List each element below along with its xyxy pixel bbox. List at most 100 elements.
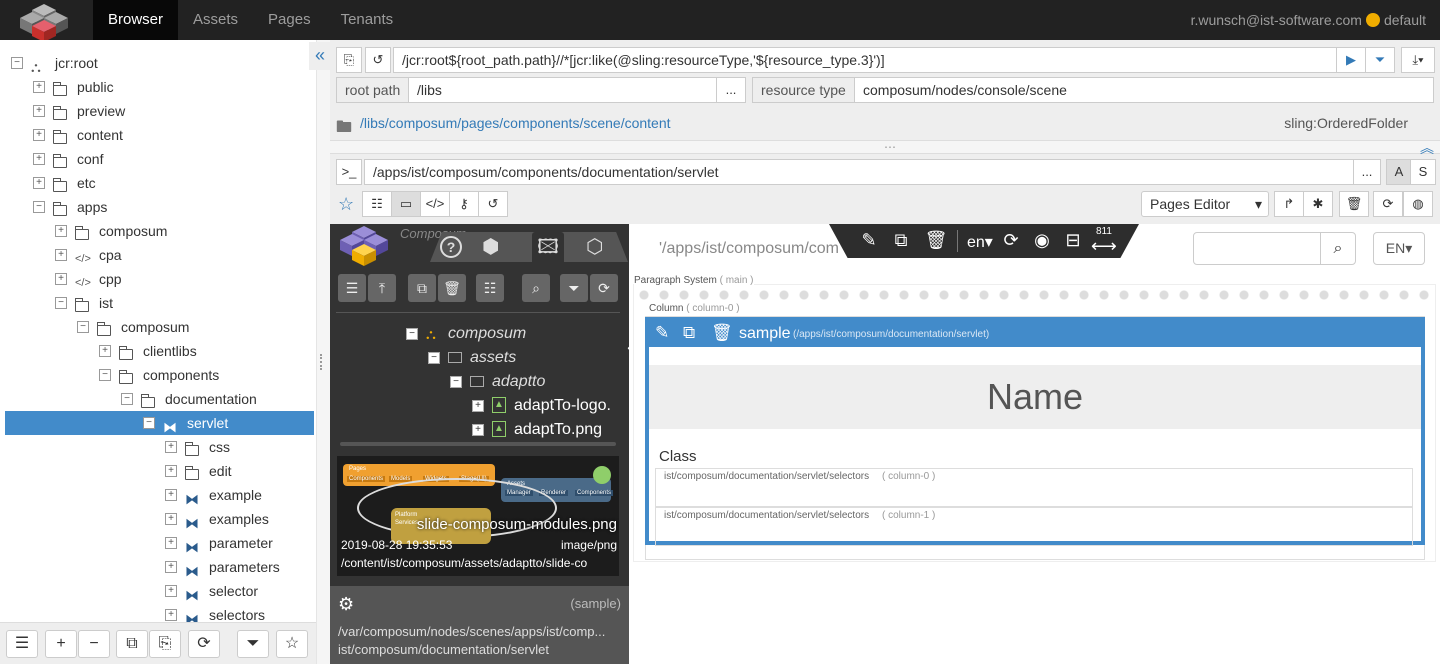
- expand-toggle-icon[interactable]: +: [99, 345, 111, 357]
- drag-handle-icon[interactable]: ⋯: [884, 141, 896, 153]
- nav-assets[interactable]: Assets: [178, 0, 253, 40]
- preview-eye-icon[interactable]: ◉: [1030, 228, 1054, 252]
- tree-node[interactable]: + composum: [5, 219, 314, 243]
- nav-pages[interactable]: Pages: [253, 0, 326, 40]
- tree-node[interactable]: + ⧓ selectors: [5, 603, 314, 622]
- language-button[interactable]: EN▾: [1373, 232, 1425, 265]
- editor-path-browse-button[interactable]: ...: [1353, 159, 1381, 185]
- cube-icon[interactable]: ⬡: [586, 234, 603, 259]
- tree-node[interactable]: + ⧓ examples: [5, 507, 314, 531]
- delete-icon[interactable]: 🗑: [1339, 191, 1369, 217]
- user-email[interactable]: r.wunsch@ist-software.com: [1191, 0, 1362, 40]
- export-icon[interactable]: ⤓▾: [1401, 47, 1435, 73]
- dotted-drop-zone[interactable]: [634, 289, 1434, 301]
- asterisk-icon[interactable]: ✱: [1303, 191, 1333, 217]
- collapse-toggle-icon[interactable]: −: [77, 321, 89, 333]
- tree-node[interactable]: + clientlibs: [5, 339, 314, 363]
- trash-icon[interactable]: 🗑: [924, 228, 948, 252]
- sync-icon[interactable]: ⟳: [999, 228, 1023, 252]
- root-path-input[interactable]: /libs: [408, 77, 718, 103]
- collapse-toggle-icon[interactable]: −: [99, 369, 111, 381]
- expand-toggle-icon[interactable]: +: [165, 513, 177, 525]
- components-icon[interactable]: ⬢: [482, 234, 499, 259]
- expand-toggle-icon[interactable]: +: [55, 249, 67, 261]
- refresh-icon[interactable]: ⟳: [1373, 191, 1403, 217]
- history-icon[interactable]: ↺: [478, 191, 508, 217]
- tree-node[interactable]: + edit: [5, 459, 314, 483]
- key-icon[interactable]: ⚷: [449, 191, 479, 217]
- query-input[interactable]: /jcr:root${root_path.path}//*[jcr:like(@…: [393, 47, 1337, 73]
- list-view-icon[interactable]: ☷: [362, 191, 392, 217]
- copy-icon[interactable]: ⧉: [683, 323, 695, 343]
- tree-node[interactable]: + etc: [5, 171, 314, 195]
- copy-icon[interactable]: ⧉: [116, 630, 148, 658]
- window-view-icon[interactable]: ▭: [391, 191, 421, 217]
- collapse-toggle-icon[interactable]: −: [406, 328, 418, 340]
- collapse-toggle-icon[interactable]: −: [450, 376, 462, 388]
- favorite-star-icon[interactable]: ☆: [338, 194, 354, 215]
- history-icon[interactable]: ↺: [365, 47, 391, 73]
- tree-node[interactable]: + </> cpa: [5, 243, 314, 267]
- help-icon[interactable]: ?: [440, 236, 462, 258]
- tree-node[interactable]: + </> cpp: [5, 267, 314, 291]
- page-search-input[interactable]: [1193, 232, 1321, 265]
- paste-icon[interactable]: ⎘: [149, 630, 181, 658]
- expand-toggle-icon[interactable]: +: [165, 465, 177, 477]
- globe-icon[interactable]: ◍: [1403, 191, 1433, 217]
- expand-toggle-icon[interactable]: +: [165, 489, 177, 501]
- collapse-toggle-icon[interactable]: −: [121, 393, 133, 405]
- favorite-icon[interactable]: ☆: [276, 630, 308, 658]
- collapse-toggle-icon[interactable]: −: [143, 417, 155, 429]
- tree-node[interactable]: − ist: [5, 291, 314, 315]
- filter-icon[interactable]: ⏷: [1365, 47, 1395, 73]
- copy-icon[interactable]: ⧉: [889, 228, 913, 252]
- sliders-icon[interactable]: ☷: [476, 274, 504, 302]
- tree-node[interactable]: + preview: [5, 99, 314, 123]
- s-toggle-button[interactable]: S: [1410, 159, 1436, 185]
- expand-toggle-icon[interactable]: +: [165, 609, 177, 621]
- expand-toggle-icon[interactable]: +: [33, 153, 45, 165]
- nav-browser[interactable]: Browser: [93, 0, 179, 40]
- tree-node[interactable]: − documentation: [5, 387, 314, 411]
- edit-icon[interactable]: ✎: [655, 323, 669, 343]
- expand-toggle-icon[interactable]: +: [33, 177, 45, 189]
- tree-node[interactable]: + css: [5, 435, 314, 459]
- run-query-button[interactable]: ▶: [1336, 47, 1366, 73]
- terminal-icon[interactable]: >_: [336, 159, 362, 185]
- language-select[interactable]: en▾: [967, 232, 993, 252]
- current-node-path[interactable]: /libs/composum/pages/components/scene/co…: [360, 115, 671, 131]
- minus-square-icon[interactable]: ⊟: [1061, 228, 1085, 252]
- filter-icon[interactable]: ⏷: [560, 274, 588, 302]
- expand-toggle-icon[interactable]: +: [165, 441, 177, 453]
- expand-toggle-icon[interactable]: +: [165, 561, 177, 573]
- search-button[interactable]: ⌕: [1320, 232, 1356, 265]
- drag-handle-icon[interactable]: [320, 354, 324, 370]
- share-icon[interactable]: ↱: [1274, 191, 1304, 217]
- tree-node[interactable]: − components: [5, 363, 314, 387]
- copy-icon[interactable]: ⧉: [408, 274, 436, 302]
- root-path-browse-button[interactable]: ...: [716, 77, 746, 103]
- expand-toggle-icon[interactable]: +: [55, 273, 67, 285]
- asset-preview[interactable]: Pages Components Models Widgets Stage(UI…: [337, 456, 619, 576]
- code-view-icon[interactable]: </>: [420, 191, 450, 217]
- editor-path-input[interactable]: /apps/ist/composum/components/documentat…: [364, 159, 1354, 185]
- tree-node[interactable]: + public: [5, 75, 314, 99]
- image-tab-icon[interactable]: 🖾: [532, 232, 564, 262]
- expand-toggle-icon[interactable]: +: [165, 585, 177, 597]
- expand-toggle-icon[interactable]: +: [33, 105, 45, 117]
- horizontal-splitter[interactable]: ⋯ ︽: [330, 140, 1440, 156]
- tree-node[interactable]: − ⧓ servlet: [5, 411, 314, 435]
- selector-row[interactable]: ist/composum/documentation/servlet/selec…: [655, 507, 1413, 546]
- width-arrows-icon[interactable]: ⟷: [1091, 234, 1117, 258]
- expand-toggle-icon[interactable]: +: [472, 424, 484, 436]
- tree-scrollbar[interactable]: [340, 442, 616, 446]
- composum-logo[interactable]: [14, 2, 78, 42]
- a-toggle-button[interactable]: A: [1386, 159, 1412, 185]
- collapse-toggle-icon[interactable]: −: [428, 352, 440, 364]
- collapse-toggle-icon[interactable]: −: [33, 201, 45, 213]
- filter-icon[interactable]: ⏷: [237, 630, 269, 658]
- selected-component[interactable]: ✎ ⧉ 🗑 sample (/apps/ist/composum/documen…: [645, 317, 1425, 546]
- expand-toggle-icon[interactable]: +: [165, 537, 177, 549]
- tree-node[interactable]: + ⧓ parameter: [5, 531, 314, 555]
- collapse-toggle-icon[interactable]: −: [11, 57, 23, 69]
